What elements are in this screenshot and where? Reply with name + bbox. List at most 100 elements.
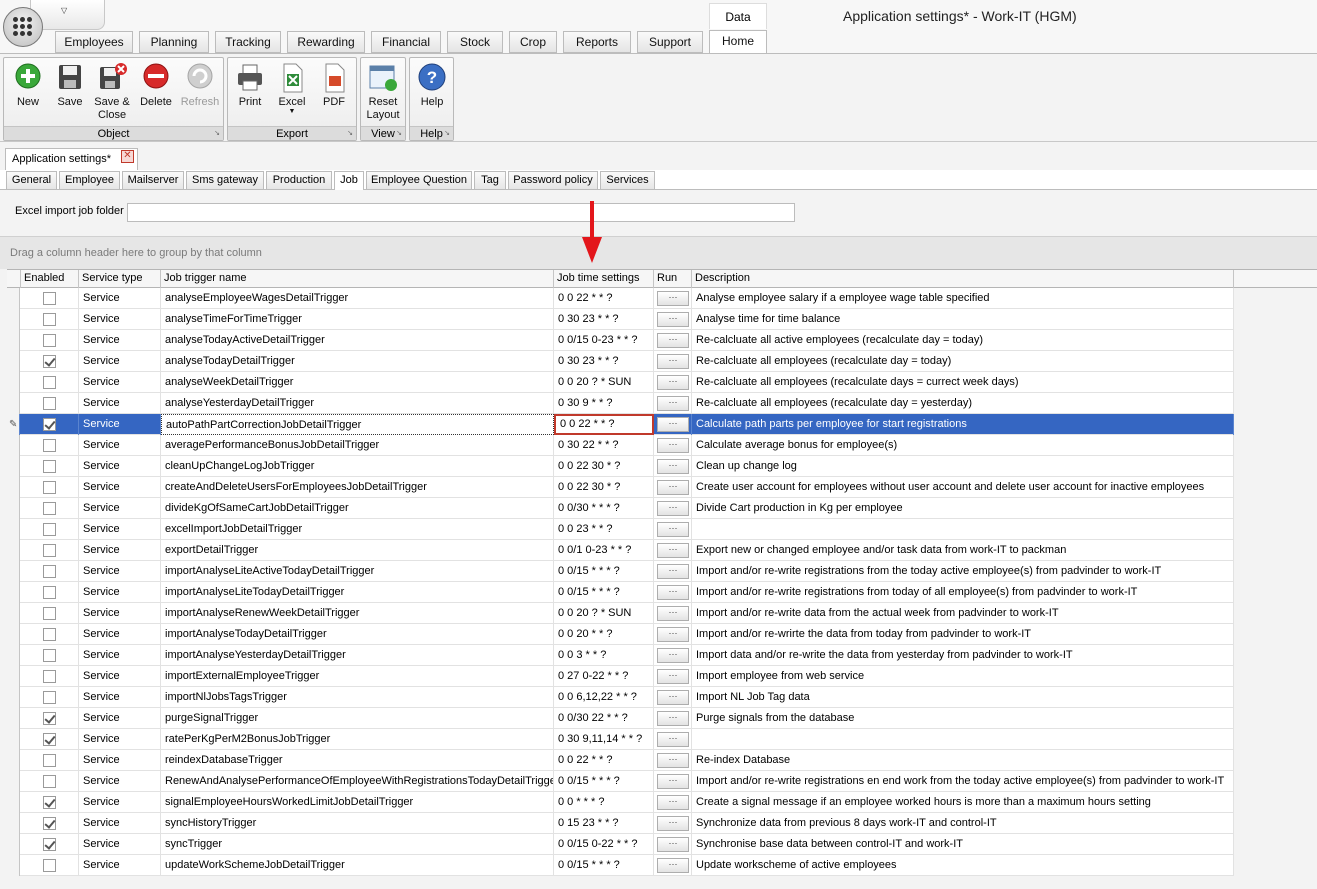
excel-dropdown-icon[interactable]: ▼ — [270, 108, 314, 115]
job-time-settings-cell[interactable]: 0 0 3 * * ? — [554, 645, 654, 666]
tab-employee[interactable]: Employee — [59, 171, 120, 190]
row-indicator[interactable] — [7, 288, 20, 309]
excel-import-folder-input[interactable] — [127, 203, 795, 222]
table-row[interactable]: Service excelImportJobDetailTrigger 0 0 23… — [7, 519, 1234, 540]
row-indicator[interactable] — [7, 645, 20, 666]
row-indicator[interactable] — [7, 729, 20, 750]
row-indicator[interactable] — [7, 540, 20, 561]
enabled-checkbox[interactable] — [43, 859, 56, 872]
enabled-checkbox[interactable] — [43, 481, 56, 494]
job-time-settings-cell[interactable]: 0 27 0-22 * * ? — [554, 666, 654, 687]
enabled-checkbox[interactable] — [43, 628, 56, 641]
menu-tab-employees[interactable]: Employees — [55, 31, 133, 53]
job-time-settings-cell[interactable]: 0 30 9 * * ? — [554, 393, 654, 414]
description-cell[interactable]: Import data and/or re-write the data fro… — [692, 645, 1234, 666]
close-icon[interactable]: ✕ — [121, 150, 134, 163]
column-header-description[interactable]: Description — [692, 270, 1234, 289]
job-trigger-name-cell[interactable]: analyseYesterdayDetailTrigger — [161, 393, 554, 414]
job-trigger-name-cell[interactable]: syncTrigger — [161, 834, 554, 855]
job-time-settings-cell[interactable]: 0 0/30 * * * ? — [554, 498, 654, 519]
job-trigger-name-cell[interactable]: analyseTodayDetailTrigger — [161, 351, 554, 372]
job-trigger-name-cell[interactable]: exportDetailTrigger — [161, 540, 554, 561]
job-trigger-name-cell[interactable]: reindexDatabaseTrigger — [161, 750, 554, 771]
table-row[interactable]: Service RenewAndAnalysePerformanceOfEmplo… — [7, 771, 1234, 792]
job-time-settings-cell[interactable]: 0 0 22 * * ? — [554, 750, 654, 771]
table-row[interactable]: Service importAnalyseTodayDetailTrigger 0 … — [7, 624, 1234, 645]
table-row[interactable]: Service analyseTodayDetailTrigger 0 30 23 … — [7, 351, 1234, 372]
row-indicator[interactable] — [7, 666, 20, 687]
row-indicator[interactable] — [7, 855, 20, 876]
enabled-checkbox[interactable] — [43, 355, 56, 368]
table-row[interactable]: Service purgeSignalTrigger 0 0/30 22 * * ?… — [7, 708, 1234, 729]
column-header-run[interactable]: Run — [654, 270, 692, 289]
description-cell[interactable]: Re-calcluate all employees (recalculate … — [692, 372, 1234, 393]
description-cell[interactable]: Create user account for employees withou… — [692, 477, 1234, 498]
description-cell[interactable]: Import and/or re-wrirte the data from to… — [692, 624, 1234, 645]
job-time-settings-cell[interactable]: 0 0 20 * * ? — [554, 624, 654, 645]
job-time-settings-cell[interactable]: 0 30 9,11,14 * * ? — [554, 729, 654, 750]
column-header-job-trigger-name[interactable]: Job trigger name — [161, 270, 554, 289]
job-trigger-name-cell[interactable]: purgeSignalTrigger — [161, 708, 554, 729]
run-button[interactable]: ··· — [657, 396, 689, 411]
job-time-settings-cell[interactable]: 0 30 23 * * ? — [554, 309, 654, 330]
enabled-checkbox[interactable] — [43, 418, 56, 431]
description-cell[interactable]: Re-calcluate all employees (recalculate … — [692, 393, 1234, 414]
enabled-checkbox[interactable] — [43, 670, 56, 683]
description-cell[interactable]: Analyse time for time balance — [692, 309, 1234, 330]
table-row[interactable]: Service importExternalEmployeeTrigger 0 27… — [7, 666, 1234, 687]
job-time-settings-cell[interactable]: 0 0 22 30 * ? — [554, 456, 654, 477]
job-time-settings-cell[interactable]: 0 0/15 0-22 * * ? — [554, 834, 654, 855]
run-button[interactable]: ··· — [657, 501, 689, 516]
run-button[interactable]: ··· — [657, 732, 689, 747]
save-button[interactable]: Save — [48, 62, 92, 124]
description-cell[interactable]: Divide Cart production in Kg per employe… — [692, 498, 1234, 519]
job-trigger-name-cell[interactable]: analyseTodayActiveDetailTrigger — [161, 330, 554, 351]
enabled-checkbox[interactable] — [43, 754, 56, 767]
table-row[interactable]: Service signalEmployeeHoursWorkedLimitJob… — [7, 792, 1234, 813]
job-trigger-name-cell[interactable]: updateWorkSchemeJobDetailTrigger — [161, 855, 554, 876]
table-row[interactable]: Service syncTrigger 0 0/15 0-22 * * ? ··· Sy… — [7, 834, 1234, 855]
enabled-checkbox[interactable] — [43, 460, 56, 473]
run-button[interactable]: ··· — [657, 690, 689, 705]
table-row[interactable]: Service divideKgOfSameCartJobDetailTrigge… — [7, 498, 1234, 519]
enabled-checkbox[interactable] — [43, 376, 56, 389]
enabled-checkbox[interactable] — [43, 397, 56, 410]
job-time-settings-cell[interactable]: 0 0 * * * ? — [554, 792, 654, 813]
enabled-checkbox[interactable] — [43, 796, 56, 809]
menu-tab-stock[interactable]: Stock — [447, 31, 503, 53]
run-button[interactable]: ··· — [657, 795, 689, 810]
run-button[interactable]: ··· — [657, 627, 689, 642]
run-button[interactable]: ··· — [657, 858, 689, 873]
row-indicator[interactable]: ✎ — [7, 414, 20, 435]
job-trigger-name-cell[interactable]: importNlJobsTagsTrigger — [161, 687, 554, 708]
tab-production[interactable]: Production — [266, 171, 332, 190]
enabled-checkbox[interactable] — [43, 334, 56, 347]
description-cell[interactable]: Import and/or re-write registrations fro… — [692, 561, 1234, 582]
row-indicator[interactable] — [7, 834, 20, 855]
pdf-button[interactable]: PDF — [312, 62, 356, 124]
table-row[interactable]: Service analyseYesterdayDetailTrigger 0 30… — [7, 393, 1234, 414]
menu-tab-planning[interactable]: Planning — [139, 31, 209, 53]
table-row[interactable]: Service ratePerKgPerM2BonusJobTrigger 0 30… — [7, 729, 1234, 750]
refresh-button[interactable]: Refresh — [178, 62, 222, 124]
tab-sms-gateway[interactable]: Sms gateway — [186, 171, 264, 190]
reset-layout-button[interactable]: Reset Layout — [361, 62, 405, 124]
job-time-settings-cell[interactable]: 0 0 20 ? * SUN — [554, 372, 654, 393]
description-cell[interactable]: Synchronize data from previous 8 days wo… — [692, 813, 1234, 834]
description-cell[interactable]: Import employee from web service — [692, 666, 1234, 687]
menu-tab-financial[interactable]: Financial — [371, 31, 441, 53]
row-indicator[interactable] — [7, 330, 20, 351]
row-indicator[interactable] — [7, 477, 20, 498]
enabled-checkbox[interactable] — [43, 292, 56, 305]
description-cell[interactable]: Re-calcluate all active employees (recal… — [692, 330, 1234, 351]
menu-tab-home[interactable]: Home — [709, 30, 767, 53]
description-cell[interactable]: Update workscheme of active employees — [692, 855, 1234, 876]
enabled-checkbox[interactable] — [43, 838, 56, 851]
enabled-checkbox[interactable] — [43, 817, 56, 830]
row-indicator[interactable] — [7, 498, 20, 519]
row-indicator[interactable] — [7, 624, 20, 645]
row-indicator[interactable] — [7, 456, 20, 477]
save-close-button[interactable]: Save & Close — [90, 62, 134, 124]
menu-tab-rewarding[interactable]: Rewarding — [287, 31, 365, 53]
description-cell[interactable]: Re-index Database — [692, 750, 1234, 771]
